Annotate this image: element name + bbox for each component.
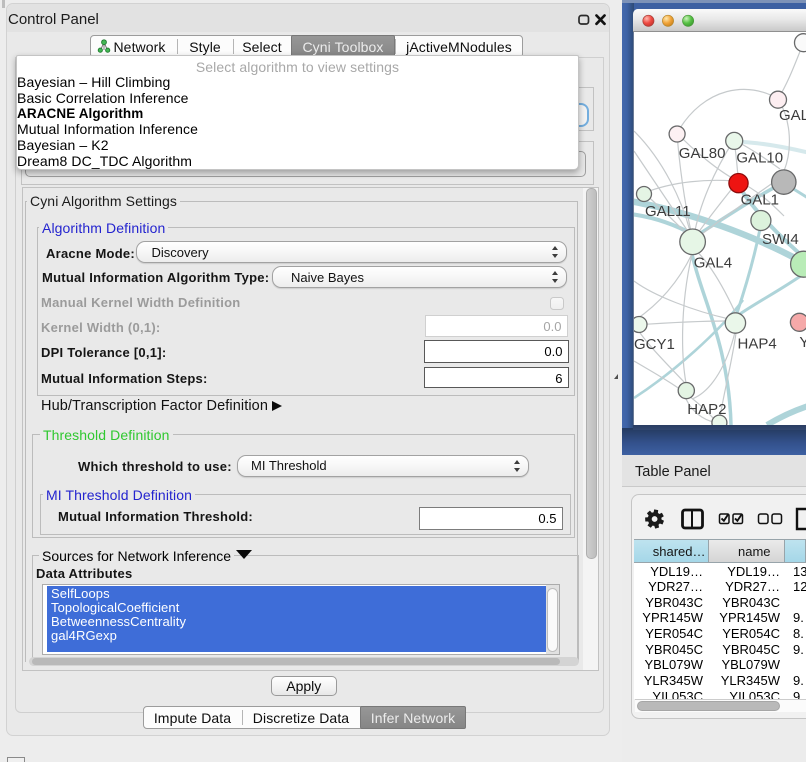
svg-text:HAP2: HAP2: [687, 401, 726, 418]
svg-text:GAL10: GAL10: [736, 150, 783, 167]
svg-text:GAL4: GAL4: [694, 255, 732, 272]
svg-text:GAL1: GAL1: [741, 192, 779, 209]
svg-text:SWI4: SWI4: [762, 231, 799, 248]
svg-text:GAL7: GAL7: [779, 107, 806, 124]
svg-text:Y: Y: [799, 334, 806, 351]
svg-text:GAL80: GAL80: [679, 145, 726, 162]
svg-text:GCY1: GCY1: [634, 336, 675, 353]
svg-text:GAL11: GAL11: [645, 203, 691, 220]
svg-text:HAP4: HAP4: [738, 336, 777, 353]
